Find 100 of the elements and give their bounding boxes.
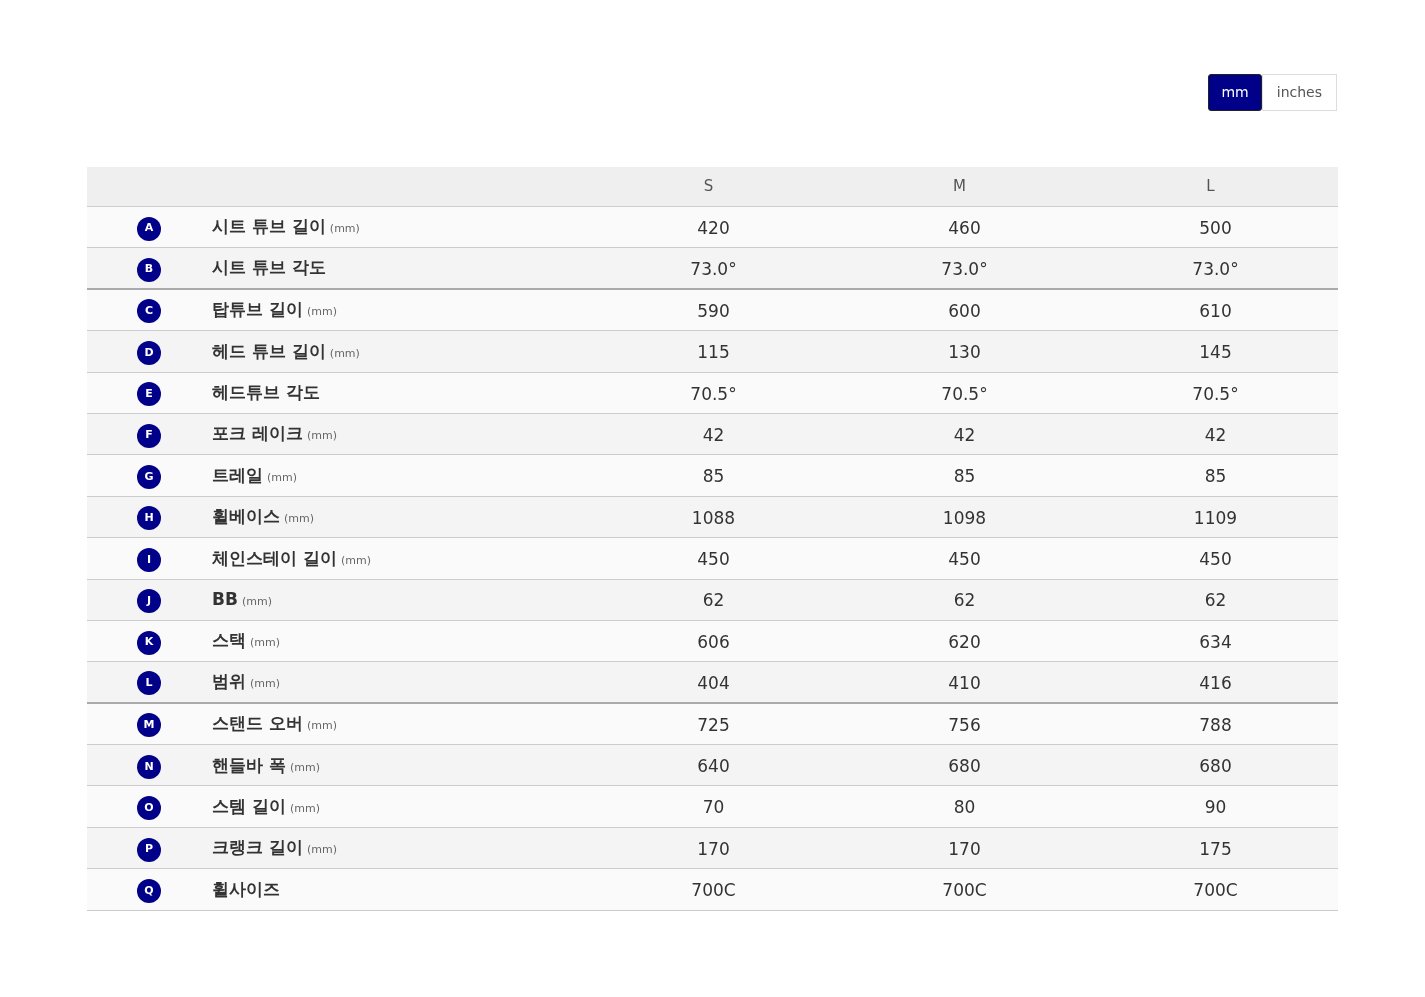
- measurement-label: 트레일: [212, 463, 263, 487]
- column-header: S: [702, 176, 715, 198]
- table-cell-text: 85: [952, 465, 977, 489]
- unit-label: (mm): [250, 635, 280, 652]
- unit-label: (mm): [250, 676, 280, 693]
- letter-badge: L: [137, 671, 161, 696]
- letter-badge: B: [137, 257, 161, 282]
- table-cell-text: 450: [696, 548, 731, 572]
- table-cell-text: 115: [696, 341, 731, 365]
- unit-label: (mm): [241, 593, 272, 610]
- table-cell-text: 85: [1203, 465, 1228, 489]
- unit-label: (mm): [289, 759, 320, 776]
- measurement-label: 휠사이즈: [212, 877, 280, 901]
- unit-label: (mm): [306, 304, 337, 321]
- table-cell-text: 450: [947, 548, 982, 572]
- measurement-label: 스탠드 오버: [212, 712, 303, 736]
- letter-badge: K: [137, 630, 161, 655]
- letter-badge: E: [137, 382, 161, 407]
- letter-badge: D: [137, 340, 161, 365]
- table-cell-text: 1098: [941, 506, 988, 530]
- table-cell-text: 62: [952, 589, 977, 613]
- table-cell-text: 62: [1203, 589, 1228, 613]
- table-cell-text: 70.5°: [1191, 382, 1240, 406]
- table-cell-text: 610: [1198, 299, 1233, 323]
- table-cell-text: 62: [701, 589, 726, 613]
- measurement-label: 헤드튜브 각도: [212, 381, 320, 404]
- table-cell-text: 70: [701, 796, 726, 820]
- table-cell-text: 1109: [1192, 506, 1239, 530]
- table-cell-text: 80: [952, 796, 977, 820]
- table-cell-text: 600: [947, 299, 982, 323]
- table-cell-text: 634: [1198, 630, 1233, 654]
- letter-badge: M: [137, 713, 161, 738]
- table-cell-text: 620: [947, 630, 982, 654]
- unit-label: (mm): [306, 428, 337, 445]
- unit-toggle-button[interactable]: inches: [1261, 74, 1337, 111]
- table-cell-text: 145: [1198, 341, 1233, 365]
- table-cell-text: 788: [1198, 713, 1233, 737]
- letter-badge: H: [137, 506, 161, 531]
- measurement-label: 탑튜브 길이: [212, 298, 303, 322]
- letter-badge: O: [137, 796, 161, 821]
- unit-label: (mm): [306, 842, 337, 859]
- unit-label: (mm): [340, 552, 371, 569]
- measurement-label: 휠베이스: [212, 505, 280, 529]
- letter-badge: F: [137, 423, 161, 448]
- unit-label: (mm): [289, 800, 320, 817]
- measurement-label: 포크 레이크: [212, 422, 303, 446]
- table-cell-text: 1088: [690, 506, 737, 530]
- table-cell-text: 680: [1198, 755, 1233, 778]
- table-cell-text: 640: [696, 755, 731, 778]
- measurement-label: 헤드 튜브 길이: [212, 339, 326, 363]
- table-cell-text: 725: [696, 713, 731, 737]
- unit-label: (mm): [329, 345, 360, 362]
- measurement-label: 시트 튜브 각도: [212, 256, 326, 280]
- letter-badge: G: [137, 465, 161, 490]
- table-cell-text: 700C: [941, 879, 988, 903]
- table-cell-text: 700C: [690, 879, 737, 903]
- table-cell-text: 404: [696, 671, 731, 695]
- table-cell-text: 175: [1198, 837, 1233, 861]
- table-cell-text: 606: [696, 630, 731, 654]
- table-cell-text: 420: [696, 216, 731, 240]
- table-cell-text: 70.5°: [940, 382, 989, 406]
- letter-badge: C: [137, 299, 161, 324]
- unit-label: (mm): [267, 469, 297, 486]
- letter-badge: N: [137, 754, 161, 779]
- measurement-label: 크랭크 길이: [212, 836, 303, 860]
- table-cell-text: 85: [701, 465, 726, 489]
- letter-badge: A: [137, 216, 161, 241]
- table-cell-text: 700C: [1192, 879, 1239, 903]
- table-cell-text: 680: [947, 755, 982, 778]
- column-header: M: [952, 176, 967, 198]
- table-cell-text: 73.0°: [940, 257, 989, 281]
- letter-badge: I: [137, 547, 161, 572]
- letter-badge: J: [137, 589, 161, 614]
- measurement-label: 핸들바 폭: [212, 753, 286, 777]
- column-header: L: [1205, 176, 1216, 198]
- table-cell-text: 90: [1203, 796, 1228, 820]
- unit-label: (mm): [284, 511, 314, 528]
- letter-badge: P: [137, 837, 161, 862]
- table-cell-text: 500: [1198, 216, 1233, 240]
- measurement-label: 체인스테이 길이: [212, 546, 337, 570]
- measurement-label: BB: [212, 587, 238, 611]
- unit-toggle-button[interactable]: mm: [1208, 74, 1262, 111]
- table-cell-text: 170: [947, 837, 982, 861]
- table-cell-text: 42: [1203, 423, 1228, 447]
- table-cell-text: 73.0°: [689, 257, 738, 281]
- table-cell-text: 756: [947, 713, 982, 737]
- table-cell-text: 416: [1198, 671, 1233, 695]
- measurement-label: 스택: [212, 629, 246, 653]
- table-cell-text: 410: [947, 671, 982, 695]
- table-cell-text: 42: [952, 423, 977, 447]
- table-cell-text: 460: [947, 216, 982, 240]
- table-cell-text: 73.0°: [1191, 257, 1240, 281]
- table-cell-text: 170: [696, 837, 731, 861]
- table-cell-text: 42: [701, 423, 726, 447]
- measurement-label: 시트 튜브 길이: [212, 215, 326, 239]
- measurement-label: 범위: [212, 670, 246, 694]
- table-cell-text: 130: [947, 341, 982, 365]
- table-cell-text: 590: [696, 299, 731, 323]
- unit-label: (mm): [306, 718, 337, 735]
- table-cell-text: 450: [1198, 548, 1233, 572]
